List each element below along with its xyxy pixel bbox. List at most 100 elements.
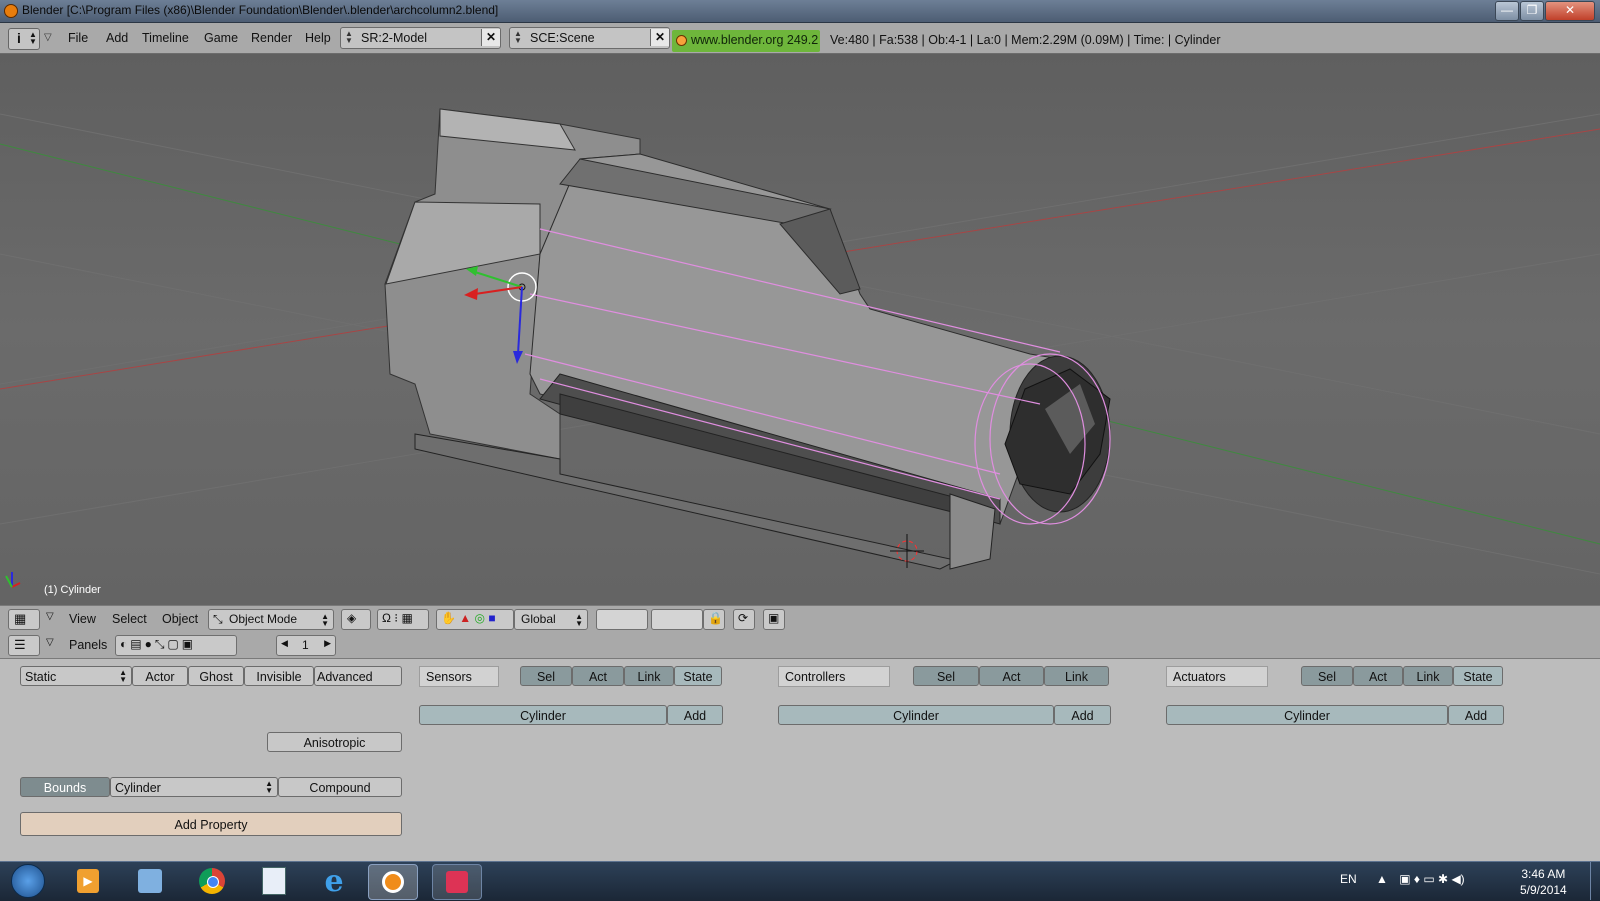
menu-game[interactable]: Game (204, 31, 238, 45)
render-preview-icon[interactable]: ⟳ (733, 609, 755, 630)
orientation-value: Global (521, 612, 556, 626)
anisotropic-toggle[interactable]: Anisotropic (267, 732, 402, 752)
advanced-button[interactable]: Advanced (314, 666, 402, 686)
show-hidden-icons-icon[interactable]: ▲ (1376, 872, 1388, 886)
start-button[interactable] (4, 864, 52, 898)
editor-type-button[interactable]: ☰ (8, 635, 40, 656)
actuators-sel-toggle[interactable]: Sel (1301, 666, 1353, 686)
context-buttons[interactable]: ◐▤●⤡▢▣ (115, 635, 237, 656)
menu-object[interactable]: Object (162, 612, 198, 626)
menu-file[interactable]: File (68, 31, 88, 45)
ghost-toggle[interactable]: Ghost (188, 666, 244, 686)
blender-url-badge[interactable]: www.blender.org 249.2 (672, 30, 820, 52)
blender-logo-icon (4, 4, 18, 18)
draw-type-icon: ◈ (347, 611, 357, 625)
controllers-act-toggle[interactable]: Act (979, 666, 1044, 686)
bounds-toggle[interactable]: Bounds (20, 777, 110, 797)
controllers-link-toggle[interactable]: Link (1044, 666, 1109, 686)
updown-icon: ▲ ▼ (575, 612, 583, 628)
actuators-link-toggle[interactable]: Link (1403, 666, 1453, 686)
minimize-button[interactable]: — (1495, 1, 1519, 21)
delete-screen-icon[interactable]: ✕ (481, 29, 500, 46)
controllers-sel-toggle[interactable]: Sel (913, 666, 979, 686)
paint-app-icon[interactable] (126, 864, 174, 898)
physics-type-value: Static (25, 670, 57, 684)
blender-taskbar-icon[interactable] (368, 864, 418, 900)
viewport-scene (0, 108, 1600, 588)
updown-icon: ▲ ▼ (119, 668, 127, 684)
screen-name: SR:2-Model (361, 31, 427, 45)
actor-toggle[interactable]: Actor (132, 666, 188, 686)
3d-view-header: ▦ ▽ View Select Object ⤡ Object Mode ▲ ▼ … (0, 605, 1600, 633)
frame-value: 1 (302, 638, 309, 652)
view-axes-icon (5, 572, 21, 588)
orientation-selector[interactable]: Global ▲ ▼ (514, 609, 588, 630)
add-property-button[interactable]: Add Property (20, 812, 402, 836)
layer-buttons-1[interactable] (596, 609, 648, 630)
invisible-toggle[interactable]: Invisible (244, 666, 314, 686)
menu-timeline[interactable]: Timeline (142, 31, 189, 45)
actuators-act-toggle[interactable]: Act (1353, 666, 1403, 686)
collapse-triangle-icon[interactable]: ▽ (44, 32, 52, 43)
menu-render[interactable]: Render (251, 31, 292, 45)
scene-selector[interactable]: ▲ ▼ SCE:Scene ✕ (509, 27, 670, 49)
buttons-window-icon: ☰ (14, 637, 26, 652)
scene-name: SCE:Scene (530, 31, 595, 45)
actuators-title: Actuators (1166, 666, 1268, 687)
document-app-icon[interactable] (250, 864, 298, 898)
clock-date: 5/9/2014 (1520, 883, 1567, 897)
menu-select[interactable]: Select (112, 612, 147, 626)
info-icon[interactable]: i ▲ ▼ (8, 28, 40, 50)
logic-panel: Static ▲ ▼ Actor Ghost Invisible Advanced… (0, 659, 1600, 861)
controllers-add-button[interactable]: Add (1054, 705, 1111, 725)
sensors-title: Sensors (419, 666, 499, 687)
blender-console-icon[interactable] (432, 864, 482, 900)
actuators-state-toggle[interactable]: State (1453, 666, 1503, 686)
lock-icon[interactable]: 🔒 (703, 609, 725, 630)
menu-add[interactable]: Add (106, 31, 128, 45)
editor-type-button[interactable]: ▦ (8, 609, 40, 630)
buttons-header: ☰ ▽ Panels ◐▤●⤡▢▣ ◀ 1 ▶ (0, 632, 1600, 659)
sensors-act-toggle[interactable]: Act (572, 666, 624, 686)
controllers-title: Controllers (778, 666, 890, 687)
actuators-object-label: Cylinder (1166, 705, 1448, 725)
manipulator-buttons[interactable]: ✋ ▲ ◎ ■ (436, 609, 514, 630)
show-desktop-button[interactable] (1590, 862, 1600, 900)
clock-time: 3:46 AM (1521, 867, 1566, 881)
screen-selector[interactable]: ▲ ▼ SR:2-Model ✕ (340, 27, 501, 49)
sensors-state-toggle[interactable]: State (674, 666, 722, 686)
bounds-type-selector[interactable]: Cylinder ▲ ▼ (110, 777, 278, 797)
opengl-render-icon[interactable]: ▣ (763, 609, 785, 630)
media-player-icon[interactable]: ▶ (64, 864, 112, 898)
tray-icons[interactable]: ▣ ♦ ▭ ✱ ◀) (1399, 872, 1464, 886)
menu-help[interactable]: Help (305, 31, 331, 45)
active-object-label: (1) Cylinder (44, 584, 101, 596)
draw-type-button[interactable]: ◈ (341, 609, 371, 630)
collapse-triangle-icon[interactable]: ▽ (46, 611, 54, 622)
sensors-sel-toggle[interactable]: Sel (520, 666, 572, 686)
mode-selector[interactable]: ⤡ Object Mode ▲ ▼ (208, 609, 334, 630)
3d-viewport[interactable]: (1) Cylinder (0, 54, 1600, 605)
system-tray: EN ▲ ▣ ♦ ▭ ✱ ◀) (1340, 872, 1465, 886)
internet-explorer-icon[interactable]: e (310, 864, 358, 899)
layer-buttons-2[interactable] (651, 609, 703, 630)
maximize-button[interactable]: ❐ (1520, 1, 1544, 21)
panels-label: Panels (69, 638, 108, 652)
chrome-icon[interactable] (188, 864, 236, 898)
language-indicator[interactable]: EN (1340, 872, 1357, 886)
physics-type-selector[interactable]: Static ▲ ▼ (20, 666, 132, 686)
compound-toggle[interactable]: Compound (278, 777, 402, 797)
close-button[interactable]: ✕ (1545, 1, 1595, 21)
actuators-add-button[interactable]: Add (1448, 705, 1504, 725)
updown-icon: ▲ ▼ (514, 29, 522, 45)
sensors-link-toggle[interactable]: Link (624, 666, 674, 686)
left-arrow-icon: ◀ (281, 638, 288, 648)
cylinder-mesh (384, 108, 1111, 570)
collapse-triangle-icon[interactable]: ▽ (46, 637, 54, 648)
pivot-selector[interactable]: Ω ⁝ ▦ (377, 609, 429, 630)
frame-number-field[interactable]: ◀ 1 ▶ (276, 635, 336, 656)
sensors-add-button[interactable]: Add (667, 705, 723, 725)
menu-view[interactable]: View (69, 612, 96, 626)
taskbar-clock[interactable]: 3:46 AM 5/9/2014 (1520, 866, 1567, 898)
delete-scene-icon[interactable]: ✕ (650, 29, 669, 46)
